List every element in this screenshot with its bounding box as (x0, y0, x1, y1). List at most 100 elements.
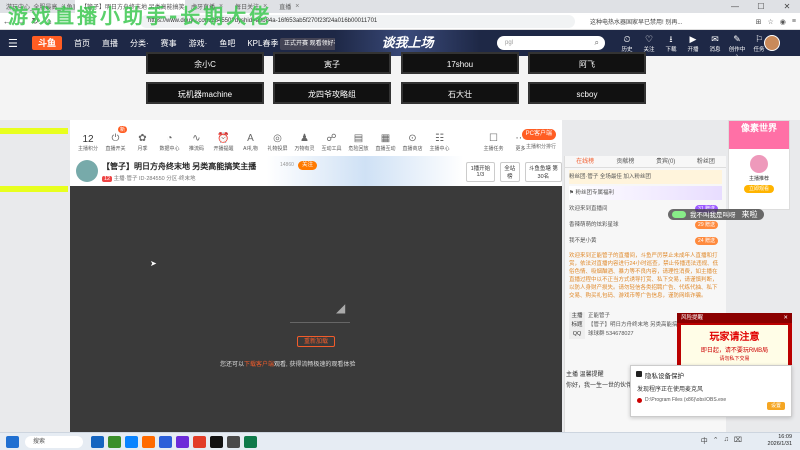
volume-icon[interactable]: ♫ (724, 436, 729, 446)
site-rank-box[interactable]: 全站榜 (499, 162, 520, 182)
tool-label: 主播任务 (483, 146, 504, 152)
video-player[interactable]: ➤ ◢ 重新加载 您还可以下载客户端观看, 获得流畅极速的观看体验 (70, 186, 562, 432)
pc-client-button[interactable]: PC客户端 (521, 129, 556, 140)
clock[interactable]: 16:09 2026/1/31 (768, 434, 792, 448)
tab-contrib-rank[interactable]: 贡献榜 (605, 156, 645, 167)
toggle-icon[interactable] (672, 211, 686, 218)
stream-start-box[interactable]: 1播开始 1/3 (466, 162, 495, 182)
recommend-tag[interactable]: 石大壮 (401, 82, 519, 104)
tab-fans[interactable]: 粉丝团 (686, 156, 726, 167)
nav-item[interactable]: 赛事 (161, 38, 177, 49)
tool-item[interactable]: ◔ 数据中心 (156, 133, 183, 152)
taskbar-app-icon[interactable] (159, 435, 172, 448)
room-title: 【管子】明日方舟终末地 另类高能搞笑主播 (102, 162, 257, 171)
rank-score[interactable]: 12 主播积分 (74, 134, 102, 152)
recommend-tag[interactable]: 阿飞 (528, 52, 646, 74)
nav-item[interactable]: 直播 (102, 38, 118, 49)
minimize-icon[interactable]: — (722, 0, 748, 13)
news-ticker[interactable]: 这种电热水器国家早已禁用! 别再... (590, 13, 682, 30)
account-icon[interactable]: ◉ (780, 18, 786, 26)
nav-item[interactable]: 游戏· (189, 38, 208, 49)
user-avatar[interactable] (764, 35, 780, 51)
taskbar-app-icon[interactable] (125, 435, 138, 448)
tool-item[interactable]: ♟ 万物有灵 (291, 133, 318, 152)
tool-item[interactable]: ✿ 月季 (129, 133, 156, 152)
tool-item[interactable]: A AI礼物 (237, 133, 264, 152)
taskbar-app-icon[interactable] (108, 435, 121, 448)
close-window-icon[interactable]: ✕ (774, 0, 800, 13)
taskbar-app-icon[interactable] (227, 435, 240, 448)
tool-item[interactable]: ☍ 互动工具 (318, 133, 345, 152)
taskbar-app-icon[interactable] (142, 435, 155, 448)
tool-item[interactable]: ☷ 主播中心 (426, 133, 453, 152)
danmaku-text: 我不叫我是叫呀 (690, 212, 736, 219)
apps-icon[interactable]: ⊞ (756, 18, 762, 26)
system-tray: 中 ⌃ ♫ ⌧ (701, 436, 742, 446)
bookmark-icon[interactable]: ☆ (768, 18, 774, 26)
nav-item[interactable]: 首页 (74, 38, 90, 49)
recommend-tag[interactable]: 17shou (401, 52, 519, 74)
tool-item[interactable]: ☐ 主播任务 (480, 133, 507, 152)
row-text: 香辣萌萌的炫彩星球 (569, 222, 619, 228)
tool-item[interactable]: ▦ 直播互动 (372, 133, 399, 152)
toast-path: D:\Program Files (x86)\obs\OBS.exe (637, 397, 785, 403)
tool-item[interactable]: ⊙ 直播商店 (399, 133, 426, 152)
start-icon[interactable] (6, 435, 19, 448)
network-icon[interactable]: ⌧ (734, 436, 742, 446)
search-icon[interactable]: ⌕ (595, 36, 599, 50)
tool-item[interactable]: ▤ 危险回放 (345, 133, 372, 152)
history-icon: ⏲ (623, 34, 631, 44)
nav-item[interactable]: 分类· (130, 38, 149, 49)
tab-vip[interactable]: 贵宾(0) (646, 156, 686, 167)
taskbar-search[interactable]: 搜索 (25, 435, 83, 448)
taskbar-app-icon[interactable] (210, 435, 223, 448)
promo-card[interactable]: 像素世界 主播推荐 立即观看 (728, 120, 790, 210)
tool-item[interactable]: ⏻ 直播开关 (102, 133, 129, 152)
download-icon: ⭳ (669, 34, 673, 44)
streamer-avatar[interactable] (76, 160, 98, 182)
recommend-tag[interactable]: 龙四爷攻略组 (273, 82, 391, 104)
hamburger-icon[interactable]: ☰ (8, 37, 24, 50)
tool-item[interactable]: ◎ 礼物投屏 (264, 133, 291, 152)
taskbar-app-icon[interactable] (244, 435, 257, 448)
chevron-up-icon[interactable]: ⌃ (713, 436, 719, 446)
rank-link[interactable]: 主播积分排行 (526, 143, 556, 150)
fan-benefit-row[interactable]: ⚑ 粉丝团专属福利 (569, 186, 722, 200)
list-item[interactable]: 我不是小黄 24 赠送 (569, 234, 722, 248)
grid-icon: ▦ (380, 133, 391, 144)
toast-settings-button[interactable]: 设置 (766, 402, 785, 410)
reload-button[interactable]: 重新加载 (297, 336, 336, 347)
tool-item[interactable]: ∿ 推流码 (183, 133, 210, 152)
recommend-tag[interactable]: 玩机器machine (146, 82, 264, 104)
nav-item[interactable]: 鱼吧 (219, 38, 235, 49)
site-logo[interactable]: 斗鱼 (32, 36, 62, 50)
recommend-tag[interactable]: 余小C (146, 52, 264, 74)
list-item[interactable]: 香辣萌萌的炫彩星球 29 赠送 (569, 218, 722, 232)
close-icon[interactable]: ✕ (783, 313, 788, 323)
promo-avatar (750, 155, 768, 173)
pond-rank-box[interactable]: 斗鱼鱼塘 第30名 (524, 162, 562, 182)
tool-item[interactable]: ⏰ 开播提醒 (210, 133, 237, 152)
nav-item[interactable]: KPL春季 (247, 38, 278, 49)
recommend-tag[interactable]: scboy (528, 82, 646, 104)
tab-online-rank[interactable]: 在线榜 (565, 156, 605, 167)
menu-icon[interactable]: ≡ (792, 18, 796, 25)
taskbar-app-icon[interactable] (193, 435, 206, 448)
new-badge: 新 (118, 126, 128, 133)
fan-club-row[interactable]: 粉丝团·管子 全场最佳 加入粉丝团 (569, 170, 722, 184)
recommend-tag[interactable]: 寅子 (273, 52, 391, 74)
download-client-link[interactable]: 下载客户端 (244, 362, 274, 368)
go-live-label: 开播 (687, 47, 699, 53)
time: 16:09 (778, 434, 792, 440)
heart-icon: ♡ (644, 34, 654, 44)
taskbar-app-icon[interactable] (91, 435, 104, 448)
browser-tab[interactable]: 直播 × (273, 0, 305, 13)
date: 2026/1/31 (767, 441, 792, 447)
search-input[interactable]: pgl ⌕ (497, 36, 605, 50)
follow-button[interactable]: 关注 (298, 161, 318, 170)
taskbar-app-icon[interactable] (176, 435, 189, 448)
ime-icon[interactable]: 中 (701, 436, 708, 446)
close-icon[interactable]: × (295, 3, 299, 10)
maximize-icon[interactable]: ☐ (748, 0, 774, 13)
promo-watch-button[interactable]: 立即观看 (744, 185, 774, 193)
